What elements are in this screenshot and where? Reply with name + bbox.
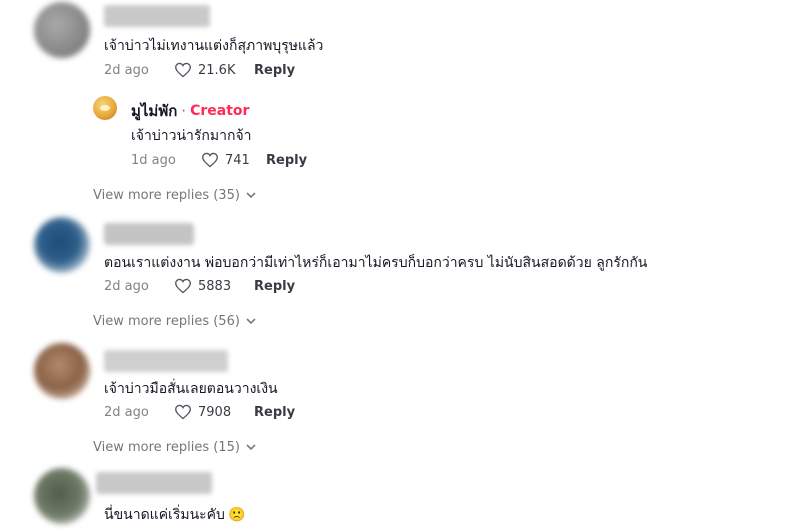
comment-time: 2d ago [104, 404, 149, 420]
commenter-name-blurred[interactable] [96, 472, 212, 494]
commenter-name-blurred[interactable] [104, 5, 210, 27]
commenter-avatar[interactable] [34, 343, 90, 399]
heart-icon [175, 62, 191, 78]
view-more-label: View more replies (56) [93, 314, 240, 329]
view-more-replies[interactable]: View more replies (56) [93, 314, 256, 329]
commenter-name-blurred[interactable] [104, 223, 194, 245]
like-button[interactable]: 7908 [174, 404, 254, 420]
like-count: 5883 [198, 278, 232, 294]
view-more-replies[interactable]: View more replies (35) [93, 188, 256, 203]
reply-button[interactable]: Reply [254, 63, 295, 78]
comment-text: เจ้าบ่าวมือสั่นเลยตอนวางเงิน [104, 381, 278, 397]
chevron-down-icon [246, 444, 256, 451]
comment-time: 2d ago [104, 62, 149, 78]
commenter-name-blurred[interactable] [104, 350, 228, 372]
reply-button[interactable]: Reply [266, 153, 307, 168]
commenter-avatar[interactable] [34, 217, 90, 273]
comment-meta: 2d ago 21.6K Reply [104, 62, 295, 78]
reply-like-button[interactable]: 741 [201, 152, 266, 168]
creator-avatar[interactable] [93, 96, 117, 120]
chevron-down-icon [246, 318, 256, 325]
reply-meta: 1d ago 741 Reply [131, 152, 307, 168]
like-count: 7908 [198, 404, 232, 420]
creator-name-row: มูไม่พัก · Creator [131, 99, 249, 123]
sad-face-emoji: 🙁 [227, 507, 246, 523]
heart-icon [175, 404, 191, 420]
comment-meta: 2d ago 7908 Reply [104, 404, 295, 420]
view-more-label: View more replies (35) [93, 188, 240, 203]
comment-text: นี่ขนาดแค่เริ่มนะคับ 🙁 [104, 504, 245, 526]
comment-time: 2d ago [104, 278, 149, 294]
view-more-replies[interactable]: View more replies (15) [93, 440, 256, 455]
comment-text: เจ้าบ่าวไม่เทงานแต่งก็สุภาพบุรุษแล้ว [104, 38, 324, 54]
heart-icon [175, 278, 191, 294]
comment-text: ตอนเราแต่งงาน พ่อบอกว่ามีเท่าไหร่ก็เอามา… [104, 255, 648, 271]
reply-button[interactable]: Reply [254, 279, 295, 294]
reply-time: 1d ago [131, 152, 176, 168]
creator-badge: Creator [190, 103, 250, 119]
view-more-label: View more replies (15) [93, 440, 240, 455]
chevron-down-icon [246, 192, 256, 199]
heart-icon [202, 152, 218, 168]
like-button[interactable]: 21.6K [174, 62, 254, 78]
like-count: 741 [225, 152, 250, 168]
like-button[interactable]: 5883 [174, 278, 254, 294]
like-count: 21.6K [198, 62, 236, 78]
commenter-avatar[interactable] [34, 2, 90, 58]
creator-name[interactable]: มูไม่พัก [131, 99, 177, 123]
comment-meta: 2d ago 5883 Reply [104, 278, 295, 294]
name-separator: · [181, 102, 187, 120]
comment-text-body: นี่ขนาดแค่เริ่มนะคับ [104, 507, 225, 523]
reply-text: เจ้าบ่าวน่ารักมากจ้า [131, 128, 252, 144]
reply-button[interactable]: Reply [254, 405, 295, 420]
commenter-avatar[interactable] [34, 468, 90, 524]
